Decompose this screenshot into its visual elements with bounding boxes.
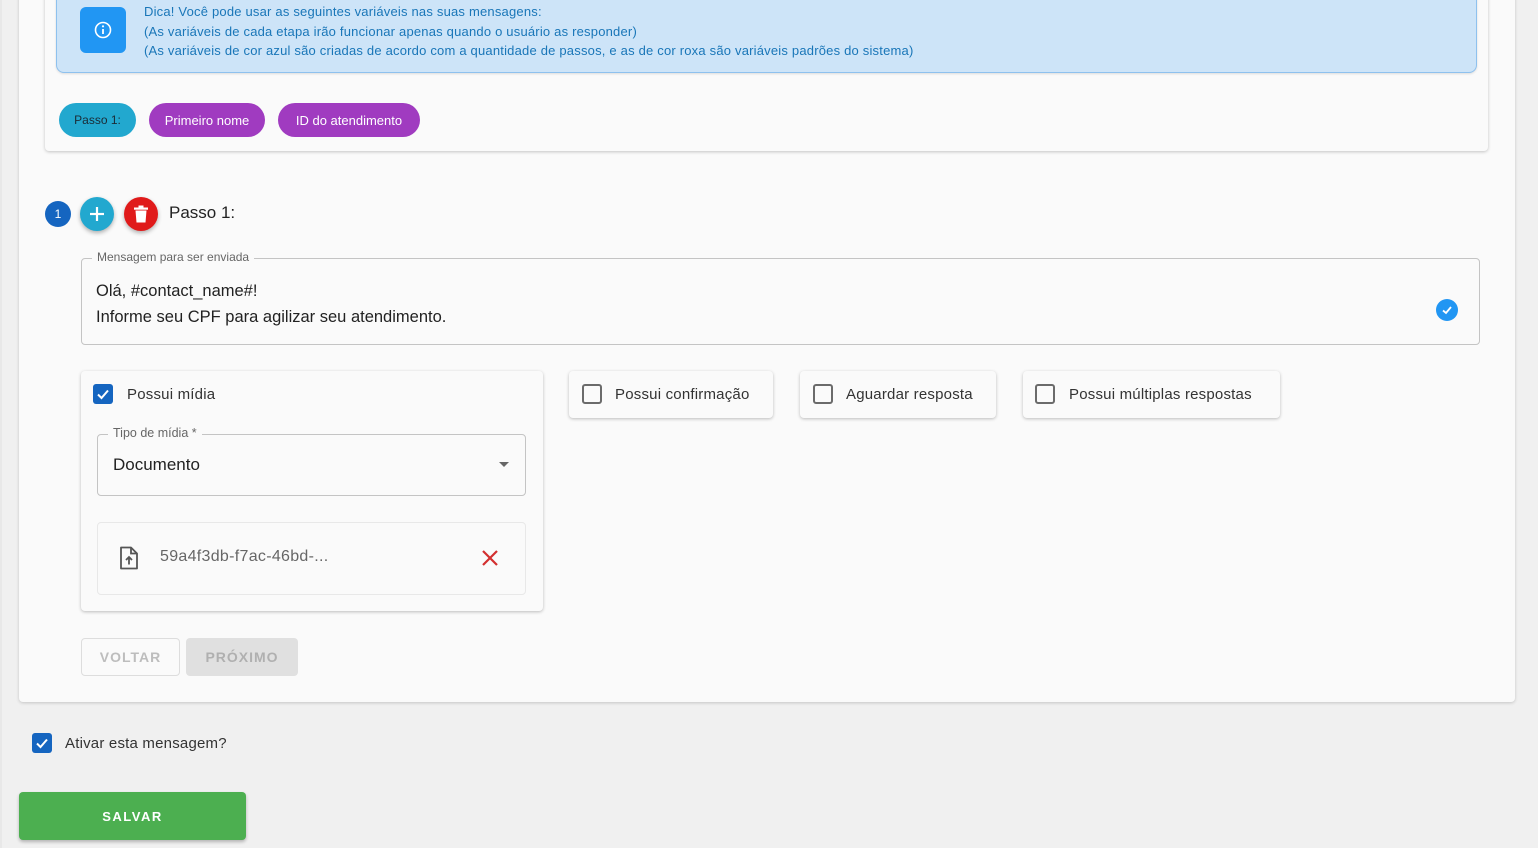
message-line-1: Olá, #contact_name#! xyxy=(96,282,258,300)
multiple-responses-checkbox[interactable] xyxy=(1035,384,1055,404)
confirmation-checkbox[interactable] xyxy=(582,384,602,404)
tip-line-2: (As variáveis de cada etapa irão funcion… xyxy=(144,23,637,39)
wait-response-label: Aguardar resposta xyxy=(846,386,973,403)
file-name: 59a4f3db-f7ac-46bd-... xyxy=(160,548,329,565)
has-media-label: Possui mídia xyxy=(127,386,216,403)
delete-step-button[interactable] xyxy=(124,197,158,231)
message-field-label: Mensagem para ser enviada xyxy=(92,250,255,264)
message-line-2: Informe seu CPF para agilizar seu atendi… xyxy=(96,308,447,326)
step-title: Passo 1: xyxy=(169,203,236,222)
trash-icon xyxy=(134,205,148,223)
confirmation-label: Possui confirmação xyxy=(615,386,750,403)
left-edge xyxy=(0,0,2,848)
checkmark-icon xyxy=(36,738,48,749)
variable-chip-first-name[interactable]: Primeiro nome xyxy=(149,103,265,137)
right-gutter xyxy=(1522,0,1538,848)
file-upload-icon xyxy=(119,546,139,575)
variable-chip-ticket-id[interactable]: ID do atendimento xyxy=(278,103,420,137)
save-button[interactable]: SALVAR xyxy=(19,792,246,840)
page: Dica! Você pode usar as seguintes variáv… xyxy=(0,0,1538,848)
checkmark-icon xyxy=(97,389,109,400)
wait-response-checkbox[interactable] xyxy=(813,384,833,404)
has-media-checkbox[interactable] xyxy=(93,384,113,404)
plus-icon xyxy=(90,207,104,221)
activate-message-label: Ativar esta mensagem? xyxy=(65,735,227,752)
remove-file-button[interactable] xyxy=(479,547,501,574)
tip-line-3: (As variáveis de cor azul são criadas de… xyxy=(144,43,914,58)
media-type-label: Tipo de mídia * xyxy=(108,426,202,440)
tip-line-1: Dica! Você pode usar as seguintes variáv… xyxy=(144,4,542,19)
back-button[interactable]: VOLTAR xyxy=(81,638,180,676)
add-step-button[interactable] xyxy=(80,197,114,231)
close-icon xyxy=(482,550,498,566)
next-button[interactable]: PRÓXIMO xyxy=(186,638,298,676)
multiple-responses-label: Possui múltiplas respostas xyxy=(1069,386,1252,403)
info-icon xyxy=(80,7,126,53)
media-type-value: Documento xyxy=(113,455,200,474)
chevron-down-icon[interactable] xyxy=(499,462,509,467)
message-text[interactable]: Olá, #contact_name#! Informe seu CPF par… xyxy=(96,278,446,330)
activate-message-checkbox[interactable] xyxy=(32,733,52,753)
step-number-badge: 1 xyxy=(45,201,71,227)
tip-alert: Dica! Você pode usar as seguintes variáv… xyxy=(56,0,1477,73)
variable-chip-step[interactable]: Passo 1: xyxy=(59,103,136,137)
tip-text: Dica! Você pode usar as seguintes variáv… xyxy=(144,2,913,61)
check-circle-icon xyxy=(1436,299,1458,321)
